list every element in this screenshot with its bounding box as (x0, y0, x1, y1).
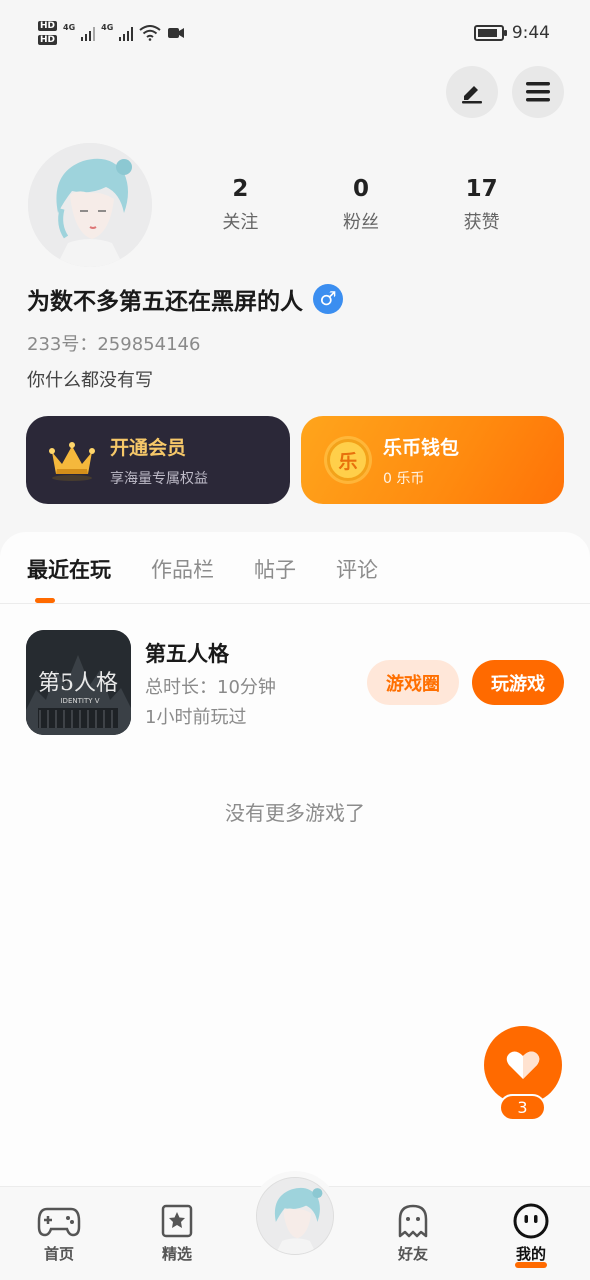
coin-char: 乐 (338, 450, 358, 473)
stat-value: 17 (465, 176, 498, 202)
wallet-title: 乐币钱包 (383, 436, 460, 459)
game-playtime: 总时长：10分钟 (145, 677, 276, 698)
nav-label: 好友 (397, 1245, 428, 1263)
no-more-games-text: 没有更多游戏了 (225, 801, 365, 825)
profile-tabs: 最近在玩 作品栏 帖子 评论 (27, 554, 378, 584)
network-label-2: 4G (101, 22, 114, 32)
nickname-row: 为数不多第五还在黑屏的人 ♂ (27, 282, 343, 316)
center-avatar (256, 1177, 334, 1255)
vip-text: 开通会员 享海量专属权益 (110, 433, 208, 488)
smiley-face-icon (513, 1203, 549, 1239)
tab-comments[interactable]: 评论 (336, 554, 378, 584)
nav-label: 我的 (515, 1245, 546, 1263)
hd-badge-2: HD (38, 35, 58, 45)
avatar-illustration (28, 143, 152, 267)
tab-works[interactable]: 作品栏 (151, 554, 214, 584)
hamburger-menu-icon (526, 82, 550, 102)
game-icon-art: 第5人格 IDENTITY V (26, 630, 131, 735)
game-title[interactable]: 第五人格 (145, 638, 229, 668)
edit-profile-button[interactable] (446, 66, 498, 118)
nav-label: 精选 (161, 1245, 192, 1263)
stat-value: 2 (232, 176, 249, 202)
vip-subtitle: 享海量专属权益 (110, 470, 208, 487)
vip-title: 开通会员 (110, 436, 187, 459)
battery-icon (473, 25, 507, 41)
signal-icon (81, 25, 96, 41)
status-left: HD HD 4G 4G (38, 21, 185, 45)
tab-divider (0, 603, 590, 604)
game-icon-subtext: IDENTITY V (60, 697, 99, 705)
wallet-card[interactable]: 乐 乐币钱包 0 乐币 (301, 416, 564, 504)
status-bar: HD HD 4G 4G 9:44 (0, 0, 590, 66)
wallet-text: 乐币钱包 0 乐币 (383, 433, 459, 488)
vip-card[interactable]: 开通会员 享海量专属权益 (26, 416, 290, 504)
game-circle-button[interactable]: 游戏圈 (367, 660, 459, 705)
nav-icon-wrap (363, 1201, 463, 1241)
status-right: 9:44 (473, 23, 550, 43)
bottom-nav: 首页 精选 好友 我的 (0, 1171, 590, 1280)
bio[interactable]: 你什么都没有写 (27, 366, 153, 392)
gamepad-icon (37, 1207, 81, 1237)
nav-icon-wrap (127, 1201, 227, 1241)
nav-center-avatar[interactable] (250, 1171, 340, 1261)
signal-icon-2 (119, 25, 134, 41)
stat-value: 0 (353, 176, 370, 202)
nav-featured[interactable]: 精选 (127, 1187, 227, 1264)
star-bookmark-icon (161, 1204, 193, 1238)
user-avatar[interactable] (28, 143, 152, 267)
game-last-played: 1小时前玩过 (145, 707, 247, 728)
ghost-icon (398, 1204, 428, 1238)
wifi-icon (139, 25, 161, 41)
like-count-badge: 3 (499, 1094, 546, 1121)
stat-label: 获赞 (463, 212, 500, 233)
pen-icon (462, 86, 482, 104)
active-nav-indicator (515, 1262, 547, 1268)
play-game-button[interactable]: 玩游戏 (472, 660, 564, 705)
coin-icon: 乐 (327, 439, 369, 481)
hd-indicators: HD HD (38, 21, 58, 45)
recent-game-row[interactable]: 第5人格 IDENTITY V 第五人格 总时长：10分钟 1小时前玩过 游戏圈… (0, 630, 590, 736)
heart-icon (506, 1051, 540, 1079)
nav-label: 首页 (43, 1245, 74, 1263)
hd-badge-1: HD (38, 21, 58, 31)
tab-recent-played[interactable]: 最近在玩 (27, 554, 111, 584)
stat-label: 粉丝 (343, 212, 379, 233)
battery-fill (477, 29, 497, 37)
camera-icon (168, 28, 185, 38)
stat-label: 关注 (222, 212, 259, 233)
gender-male-icon: ♂ (313, 284, 343, 314)
floating-like-button[interactable] (484, 1026, 562, 1104)
tab-posts[interactable]: 帖子 (254, 554, 296, 584)
menu-button[interactable] (512, 66, 564, 118)
stat-following[interactable]: 2 关注 (180, 176, 301, 234)
nav-friends[interactable]: 好友 (363, 1187, 463, 1264)
game-icon-text: 第5人格 (38, 671, 118, 696)
nav-icon-wrap (9, 1201, 109, 1241)
nav-icon-wrap (481, 1201, 581, 1241)
game-icon[interactable]: 第5人格 IDENTITY V (26, 630, 131, 735)
wallet-balance: 0 乐币 (383, 470, 425, 487)
stat-likes[interactable]: 17 获赞 (421, 176, 542, 234)
clock: 9:44 (511, 23, 550, 43)
stat-fans[interactable]: 0 粉丝 (301, 176, 422, 234)
nav-me[interactable]: 我的 (481, 1187, 581, 1268)
profile-stats: 2 关注 0 粉丝 17 获赞 (180, 176, 542, 234)
nav-home[interactable]: 首页 (9, 1187, 109, 1264)
nickname: 为数不多第五还在黑屏的人 (27, 289, 303, 315)
crown-icon (49, 442, 95, 481)
user-id[interactable]: 233号：259854146 (27, 330, 200, 356)
network-label-1: 4G (63, 22, 76, 32)
center-avatar-illustration (257, 1178, 333, 1254)
